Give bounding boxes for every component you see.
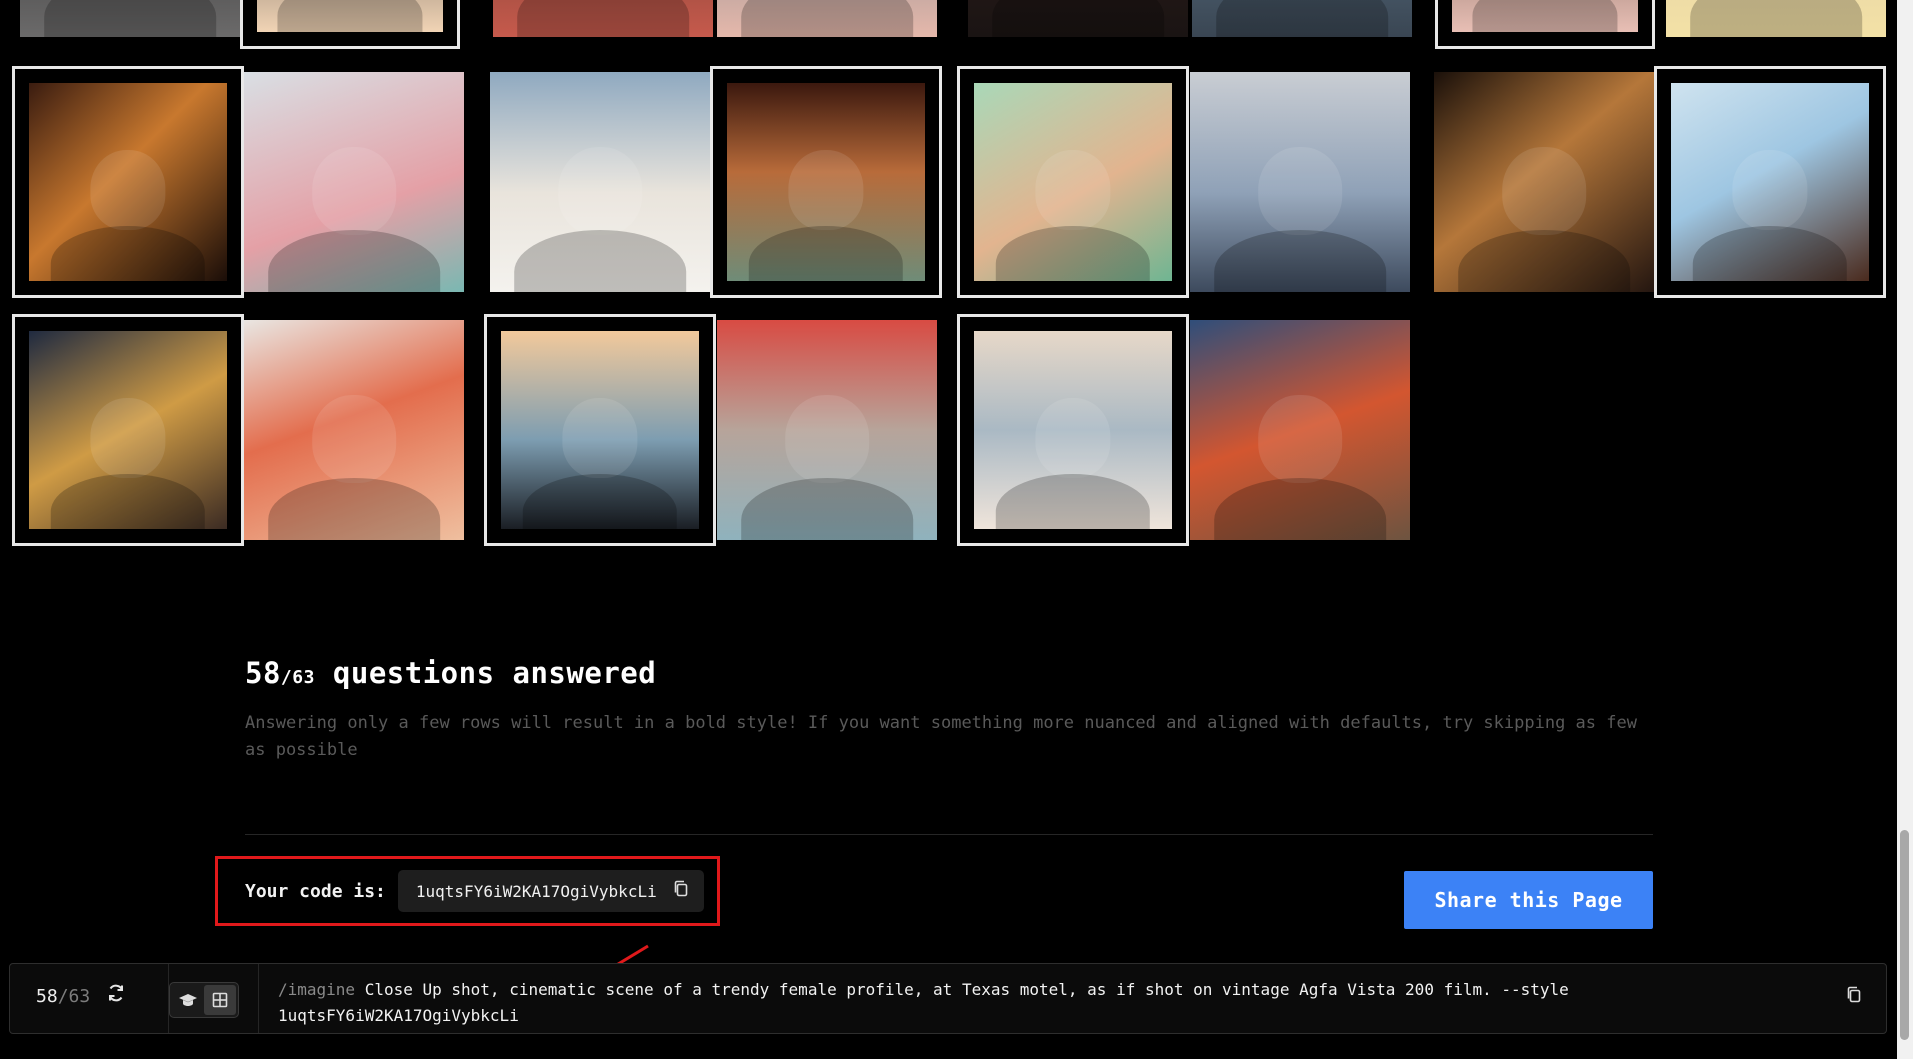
image-tile-selected[interactable]	[957, 314, 1189, 546]
questions-answered-title: 58/63 questions answered	[245, 656, 656, 690]
image-tile[interactable]	[1434, 72, 1654, 292]
refresh-icon[interactable]	[106, 983, 126, 1009]
image-tile-selected[interactable]	[710, 66, 942, 298]
image-tile[interactable]	[490, 72, 710, 292]
image-tile[interactable]	[493, 0, 713, 37]
copy-icon[interactable]	[1846, 986, 1862, 1009]
image-tile[interactable]	[244, 72, 464, 292]
scrollbar-thumb[interactable]	[1900, 830, 1909, 1040]
image-tile-selected[interactable]	[1654, 66, 1886, 298]
share-page-button[interactable]: Share this Page	[1404, 871, 1653, 929]
style-code-value: 1uqtsFY6iW2KA17OgiVybkcLi	[415, 881, 657, 901]
copy-icon[interactable]	[673, 880, 689, 903]
questions-answered-label: questions answered	[332, 656, 657, 690]
code-label: Your code is:	[245, 880, 386, 902]
total-count: 63	[292, 667, 315, 688]
count-separator: /	[280, 667, 293, 688]
prompt-bar: 58/63 /imagine Close Up shot, cinematic	[9, 963, 1887, 1034]
image-tile-selected[interactable]	[12, 314, 244, 546]
image-tile[interactable]	[717, 0, 937, 37]
section-divider	[245, 834, 1653, 835]
imagine-prompt[interactable]: /imagine Close Up shot, cinematic scene …	[278, 977, 1658, 1029]
image-tile-selected[interactable]	[12, 66, 244, 298]
grid-icon[interactable]	[204, 985, 236, 1015]
style-code-box[interactable]: 1uqtsFY6iW2KA17OgiVybkcLi	[397, 870, 704, 912]
view-toggle	[169, 982, 239, 1018]
image-tile[interactable]	[1666, 0, 1886, 37]
bar-divider	[258, 964, 259, 1033]
answered-count: 58	[245, 656, 281, 690]
image-tile[interactable]	[20, 0, 240, 37]
image-tile-selected[interactable]	[957, 66, 1189, 298]
image-tile-selected[interactable]	[240, 0, 460, 49]
image-tile[interactable]	[717, 320, 937, 540]
image-grid	[0, 0, 1913, 560]
image-tile[interactable]	[1192, 0, 1412, 37]
prompt-text: Close Up shot, cinematic scene of a tren…	[278, 980, 1569, 1025]
questions-hint: Answering only a few rows will result in…	[245, 713, 1637, 760]
image-tile-selected[interactable]	[1435, 0, 1655, 49]
progress-counter: 58/63	[36, 986, 91, 1007]
image-tile[interactable]	[1190, 320, 1410, 540]
image-tile[interactable]	[1190, 72, 1410, 292]
image-tile[interactable]	[244, 320, 464, 540]
image-tile[interactable]	[968, 0, 1188, 37]
graduation-cap-icon[interactable]	[172, 985, 204, 1015]
style-code-highlight: Your code is: 1uqtsFY6iW2KA17OgiVybkcLi	[215, 856, 720, 926]
imagine-command: /imagine	[278, 980, 356, 999]
image-tile-selected[interactable]	[484, 314, 716, 546]
